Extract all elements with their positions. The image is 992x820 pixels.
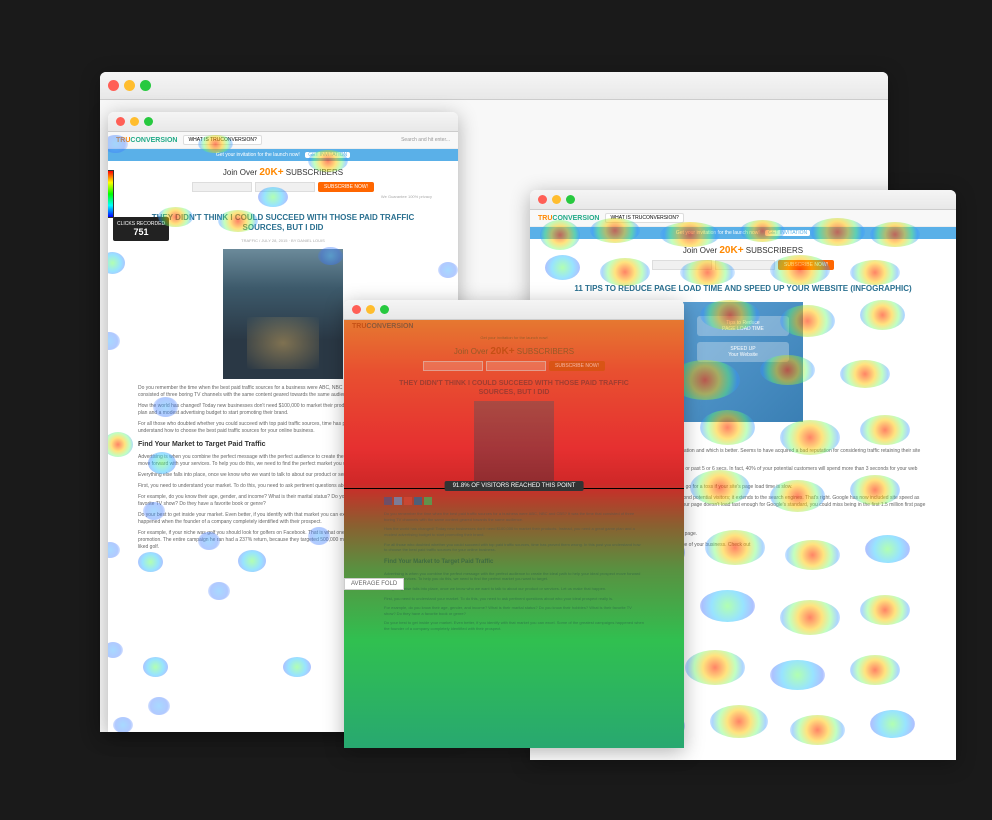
banner-text: Get your invitation for the launch now! <box>676 230 760 236</box>
logo[interactable]: TRUCONVERSION <box>352 323 413 330</box>
email-input[interactable] <box>255 182 315 192</box>
paragraph: Everything else falls into place, once w… <box>384 586 644 592</box>
hero-image <box>223 249 343 379</box>
maximize-icon[interactable] <box>144 117 153 126</box>
infographic-image: Tips to Reduce PAGE LOAD TIME SPEED UP Y… <box>683 302 803 422</box>
recordings-number: 751 <box>117 227 165 237</box>
scroll-depth-label[interactable]: 91.8% OF VISITORS REACHED THIS POINT <box>445 481 584 491</box>
subscribe-button[interactable]: SUBSCRIBE NOW! <box>318 182 374 192</box>
banner-text: Get your invitation for the launch now! <box>216 152 300 158</box>
subscribe-section: Join Over 20K+ SUBSCRIBERS SUBSCRIBE NOW… <box>530 239 956 276</box>
nav-what-is-button[interactable]: WHAT IS TRUCONVERSION? <box>183 135 261 145</box>
paragraph: How the world has changed! Today new bus… <box>384 526 644 537</box>
search-input[interactable]: Search and hit enter... <box>401 137 450 143</box>
paragraph: Advertising is when you combine the perf… <box>384 571 644 582</box>
launch-banner: Get your invitation for the launch now! … <box>530 227 956 239</box>
page-content-2: TRUCONVERSION Get your invitation for th… <box>344 320 684 748</box>
logo[interactable]: TRUCONVERSION <box>538 215 599 222</box>
subscribe-suffix: SUBSCRIBERS <box>284 168 344 177</box>
paragraph: For example, do you know their age, gend… <box>384 605 644 616</box>
average-fold-label: AVERAGE FOLD <box>344 578 404 590</box>
subscribe-count: 20K+ <box>259 167 283 178</box>
main-titlebar <box>100 72 888 100</box>
info-line: Your Website <box>701 352 785 358</box>
minimize-icon[interactable] <box>130 117 139 126</box>
minimize-icon[interactable] <box>366 305 375 314</box>
section-heading: Find Your Market to Target Paid Traffic <box>384 559 644 565</box>
whatsapp-icon[interactable] <box>424 497 432 505</box>
titlebar-3 <box>530 190 956 210</box>
logo[interactable]: TRUCONVERSION <box>116 137 177 144</box>
subscribe-prefix: Join Over <box>683 246 719 255</box>
close-icon[interactable] <box>116 117 125 126</box>
paragraph: Do you remember the time when the best p… <box>384 511 644 522</box>
close-icon[interactable] <box>108 80 119 91</box>
name-input[interactable] <box>192 182 252 192</box>
email-input[interactable] <box>715 260 775 270</box>
maximize-icon[interactable] <box>140 80 151 91</box>
maximize-icon[interactable] <box>380 305 389 314</box>
minimize-icon[interactable] <box>124 80 135 91</box>
heatmap-legend-icon <box>108 170 114 218</box>
article-headline-1: THEY DIDN'T THINK I COULD SUCCEED WITH T… <box>138 213 428 234</box>
paragraph: First, you need to understand your marke… <box>384 596 644 602</box>
subscribe-button[interactable]: SUBSCRIBE NOW! <box>778 260 834 270</box>
article-headline-2: THEY DIDN'T THINK I COULD SUCCEED WITH T… <box>384 379 644 397</box>
get-invitation-button[interactable]: GET INVITATION <box>305 152 350 158</box>
subscribe-section: Join Over 20K+ SUBSCRIBERS SUBSCRIBE NOW… <box>108 161 458 205</box>
hero-image <box>474 401 554 491</box>
get-invitation-button[interactable]: GET INVITATION <box>765 230 810 236</box>
maximize-icon[interactable] <box>566 195 575 204</box>
close-icon[interactable] <box>352 305 361 314</box>
close-icon[interactable] <box>538 195 547 204</box>
linkedin-icon[interactable] <box>414 497 422 505</box>
google-icon[interactable] <box>404 497 412 505</box>
subscribe-suffix: SUBSCRIBERS <box>515 347 575 356</box>
banner-faded: Get your invitation for the launch now! <box>344 333 684 342</box>
twitter-icon[interactable] <box>394 497 402 505</box>
subscribe-button[interactable]: SUBSCRIBE NOW! <box>549 361 605 371</box>
email-input[interactable] <box>486 361 546 371</box>
scroll-heatmap-window: TRUCONVERSION Get your invitation for th… <box>344 300 684 748</box>
paragraph: Do your best to get inside your market. … <box>384 620 644 631</box>
recordings-counter: CLICKS RECORDED 751 <box>113 217 169 241</box>
subscribe-prefix: Join Over <box>223 168 259 177</box>
subscribe-count: 20K+ <box>490 346 514 357</box>
nav-what-is-button[interactable]: WHAT IS TRUCONVERSION? <box>605 213 683 223</box>
facebook-icon[interactable] <box>384 497 392 505</box>
minimize-icon[interactable] <box>552 195 561 204</box>
article-meta: TRAFFIC / JULY 28, 2015 · BY DANIEL LOUI… <box>138 238 428 243</box>
name-input[interactable] <box>423 361 483 371</box>
subscribe-prefix: Join Over <box>454 347 490 356</box>
name-input[interactable] <box>652 260 712 270</box>
paragraph: For all those who doubted whether you co… <box>384 542 644 553</box>
article-headline-3: 11 TIPS TO REDUCE PAGE LOAD TIME AND SPE… <box>560 284 926 294</box>
subscribe-suffix: SUBSCRIBERS <box>744 246 804 255</box>
titlebar-2 <box>344 300 684 320</box>
privacy-text: We Guarantee 100% privacy <box>114 194 452 199</box>
subscribe-count: 20K+ <box>719 245 743 256</box>
launch-banner: Get your invitation for the launch now! … <box>108 149 458 161</box>
titlebar-1 <box>108 112 458 132</box>
info-line: PAGE LOAD TIME <box>701 326 785 332</box>
